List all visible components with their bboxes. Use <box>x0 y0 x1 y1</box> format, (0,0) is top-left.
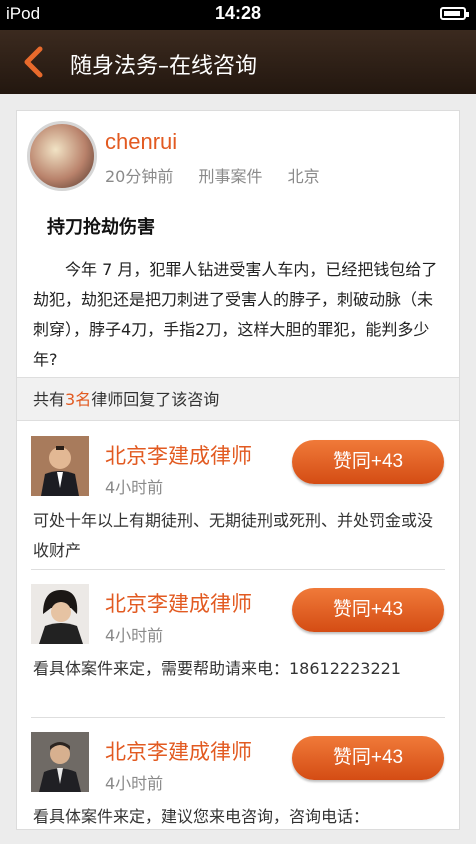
reply-time: 4小时前 <box>105 478 164 497</box>
username[interactable]: chenrui <box>105 129 177 155</box>
back-arrow-icon[interactable] <box>18 45 50 79</box>
agree-button[interactable]: 赞同+43 <box>292 440 444 484</box>
battery-icon <box>440 7 469 20</box>
reply-text: 看具体案件来定，需要帮助请来电：18612223221 <box>33 659 401 678</box>
question-location: 北京 <box>287 167 320 186</box>
reply-text: 看具体案件来定，建议您来电咨询，咨询电话： <box>33 807 370 826</box>
status-bar: iPod 14:28 <box>0 0 476 30</box>
replies-suffix: 律师回复了该咨询 <box>91 390 220 409</box>
reply-item: 北京李建成律师 4小时前 赞同+43 可处十年以上有期徒刑、无期徒刑或死刑、并处… <box>17 422 459 570</box>
replies-header: 共有3名律师回复了该咨询 <box>17 377 459 421</box>
question-body: 今年 7 月，犯罪人钻进受害人车内，已经把钱包给了劫犯，劫犯还是把刀刺进了受害人… <box>33 260 438 369</box>
question-time: 20分钟前 <box>105 167 174 186</box>
page-title: 随身法务–在线咨询 <box>70 54 258 79</box>
lawyer-name[interactable]: 北京李建成律师 <box>105 588 252 618</box>
reply-time: 4小时前 <box>105 774 164 793</box>
agree-button[interactable]: 赞同+43 <box>292 736 444 780</box>
replies-count: 3名 <box>65 390 92 409</box>
nav-bar: 随身法务–在线咨询 <box>0 30 476 94</box>
lawyer-avatar[interactable] <box>31 436 89 496</box>
question-meta: 20分钟前 刑事案件 北京 <box>105 163 340 187</box>
replies-prefix: 共有 <box>33 390 66 409</box>
reply-time: 4小时前 <box>105 626 164 645</box>
reply-item: 北京李建成律师 4小时前 赞同+43 看具体案件来定，需要帮助请来电：18612… <box>17 570 459 718</box>
question-title: 持刀抢劫伤害 <box>47 217 155 238</box>
lawyer-avatar[interactable] <box>31 584 89 644</box>
lawyer-name[interactable]: 北京李建成律师 <box>105 736 252 766</box>
reply-text: 可处十年以上有期徒刑、无期徒刑或死刑、并处罚金或没收财产 <box>33 511 434 560</box>
user-avatar[interactable] <box>27 121 97 191</box>
question-category: 刑事案件 <box>198 167 263 186</box>
question-card: chenrui 20分钟前 刑事案件 北京 持刀抢劫伤害 今年 7 月，犯罪人钻… <box>16 110 460 830</box>
lawyer-avatar[interactable] <box>31 732 89 792</box>
lawyer-name[interactable]: 北京李建成律师 <box>105 440 252 470</box>
clock: 14:28 <box>214 3 262 23</box>
reply-item: 北京李建成律师 4小时前 赞同+43 看具体案件来定，建议您来电咨询，咨询电话： <box>17 718 459 829</box>
agree-button[interactable]: 赞同+43 <box>292 588 444 632</box>
